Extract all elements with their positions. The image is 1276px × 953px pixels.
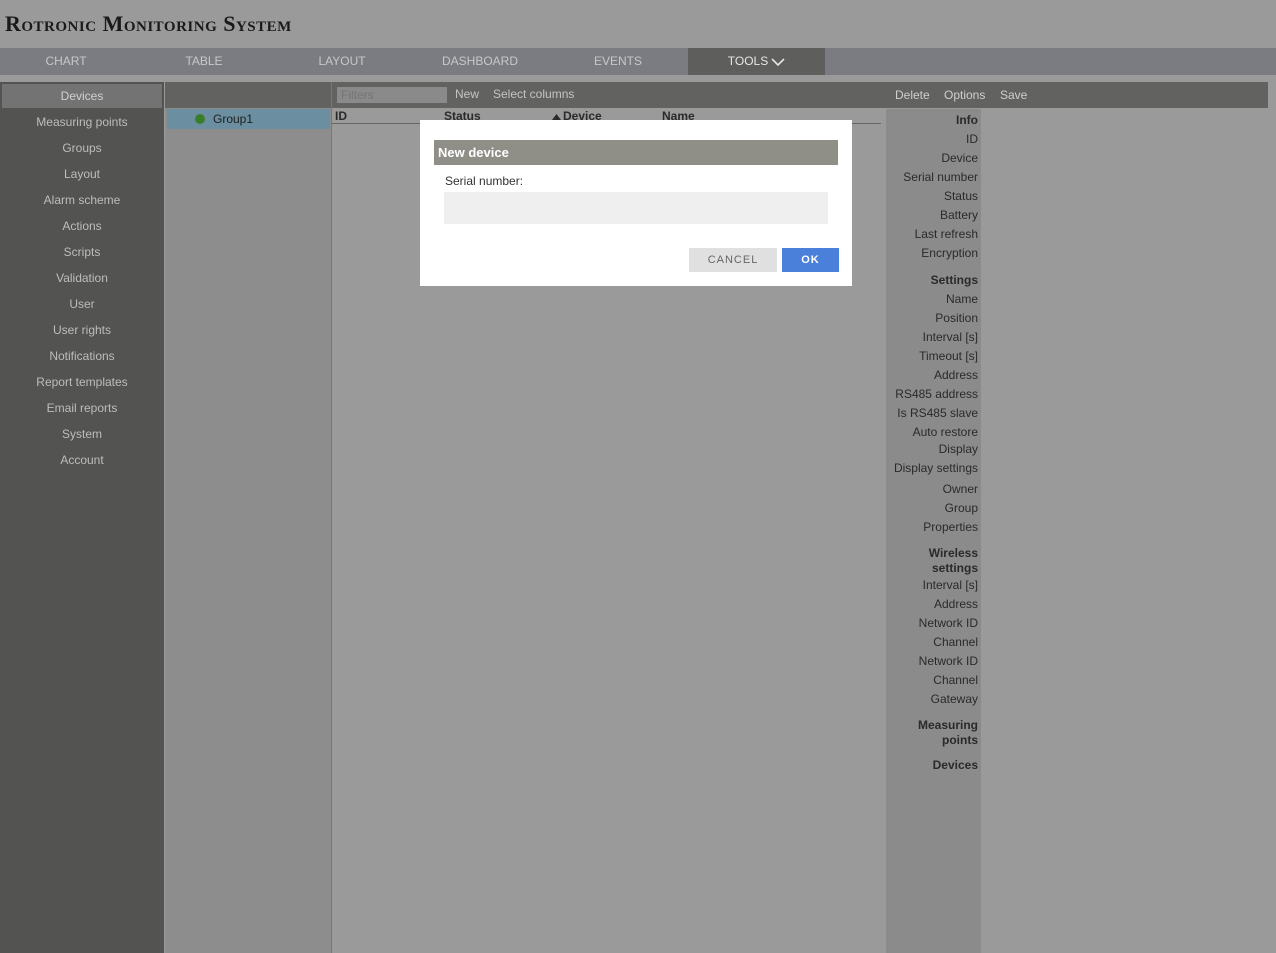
top-navigation: CHART TABLE LAYOUT DASHBOARD EVENTS TOOL…: [0, 48, 1276, 75]
prop-display-settings: Display settings: [893, 461, 978, 475]
section-wireless-settings: Wireless settings: [928, 546, 978, 575]
prop-rs485-address: RS485 address: [895, 387, 978, 401]
group-tree: Group1: [165, 82, 331, 953]
cancel-button[interactable]: CANCEL: [689, 248, 777, 272]
prop-network-id-2: Network ID: [918, 654, 978, 668]
tab-tools[interactable]: TOOLS: [688, 48, 825, 75]
sidebar-item-notifications[interactable]: Notifications: [0, 344, 164, 368]
prop-is-rs485-slave: Is RS485 slave: [897, 406, 978, 420]
column-header-id[interactable]: ID: [335, 109, 347, 123]
app-title: Rotronic Monitoring System: [5, 11, 292, 36]
sidebar-item-alarm-scheme[interactable]: Alarm scheme: [0, 188, 164, 212]
prop-channel: Channel: [933, 635, 978, 649]
prop-encryption: Encryption: [921, 246, 978, 260]
new-button[interactable]: New: [455, 87, 479, 101]
sidebar-item-email-reports[interactable]: Email reports: [0, 396, 164, 420]
table-toolbar: New Select columns: [332, 82, 882, 108]
save-button[interactable]: Save: [1000, 88, 1027, 102]
section-settings: Settings: [930, 273, 978, 287]
section-measuring-points: Measuring points: [917, 718, 978, 747]
prop-last-refresh: Last refresh: [914, 227, 978, 241]
prop-address: Address: [933, 368, 978, 382]
sidebar: Devices Measuring points Groups Layout A…: [0, 82, 164, 953]
prop-status: Status: [943, 189, 978, 203]
sidebar-item-devices[interactable]: Devices: [2, 84, 162, 108]
prop-position: Position: [935, 311, 978, 325]
tab-events[interactable]: EVENTS: [552, 48, 684, 75]
properties-toolbar: Delete Options Save: [882, 82, 1268, 108]
tab-chart[interactable]: CHART: [0, 48, 132, 75]
prop-properties: Properties: [923, 520, 978, 534]
property-labels: Info ID Device Serial number Status Batt…: [886, 109, 981, 953]
sidebar-item-actions[interactable]: Actions: [0, 214, 164, 238]
chevron-down-icon: [771, 58, 785, 66]
new-device-dialog: New device Serial number: CANCEL OK: [420, 120, 852, 286]
group-item[interactable]: Group1: [167, 109, 330, 129]
select-columns-button[interactable]: Select columns: [493, 87, 574, 101]
sidebar-item-measuring-points[interactable]: Measuring points: [0, 110, 164, 134]
prop-serial-number: Serial number: [903, 170, 978, 184]
serial-number-input[interactable]: [444, 192, 828, 224]
sidebar-item-scripts[interactable]: Scripts: [0, 240, 164, 264]
prop-group: Group: [944, 501, 978, 515]
status-dot-icon: [195, 114, 205, 124]
tab-layout[interactable]: LAYOUT: [276, 48, 408, 75]
sidebar-item-groups[interactable]: Groups: [0, 136, 164, 160]
properties-panel: Delete Options Save Info ID Device Seria…: [882, 82, 1276, 953]
prop-id: ID: [966, 132, 978, 146]
serial-number-label: Serial number:: [445, 174, 524, 188]
delete-button[interactable]: Delete: [895, 88, 930, 102]
prop-gateway: Gateway: [930, 692, 978, 706]
prop-auto-restore: Auto restore: [912, 425, 978, 439]
section-devices: Devices: [932, 758, 978, 772]
prop-interval: Interval [s]: [922, 330, 978, 344]
prop-owner: Owner: [942, 482, 978, 496]
sidebar-item-account[interactable]: Account: [0, 448, 164, 472]
sidebar-item-report-templates[interactable]: Report templates: [0, 370, 164, 394]
sidebar-item-user[interactable]: User: [0, 292, 164, 316]
prop-wireless-address: Address: [933, 597, 978, 611]
filters-input[interactable]: [337, 87, 447, 103]
prop-network-id: Network ID: [918, 616, 978, 630]
prop-channel-2: Channel: [933, 673, 978, 687]
sidebar-item-user-rights[interactable]: User rights: [0, 318, 164, 342]
dialog-title: New device: [434, 140, 838, 165]
section-info: Info: [956, 113, 978, 127]
tab-table[interactable]: TABLE: [138, 48, 270, 75]
prop-wireless-interval: Interval [s]: [922, 578, 978, 592]
tab-tools-label: TOOLS: [727, 54, 769, 68]
options-button[interactable]: Options: [944, 88, 985, 102]
tab-dashboard[interactable]: DASHBOARD: [414, 48, 546, 75]
ok-button[interactable]: OK: [782, 248, 839, 272]
prop-timeout: Timeout [s]: [919, 349, 978, 363]
prop-device: Device: [941, 151, 978, 165]
prop-name: Name: [945, 292, 978, 306]
sort-ascending-icon: [552, 113, 561, 120]
group-tree-header: [165, 82, 331, 108]
group-item-label: Group1: [213, 112, 254, 126]
sidebar-item-system[interactable]: System: [0, 422, 164, 446]
sidebar-item-validation[interactable]: Validation: [0, 266, 164, 290]
prop-battery: Battery: [939, 208, 978, 222]
sidebar-item-layout[interactable]: Layout: [0, 162, 164, 186]
prop-display: Display: [938, 442, 978, 456]
